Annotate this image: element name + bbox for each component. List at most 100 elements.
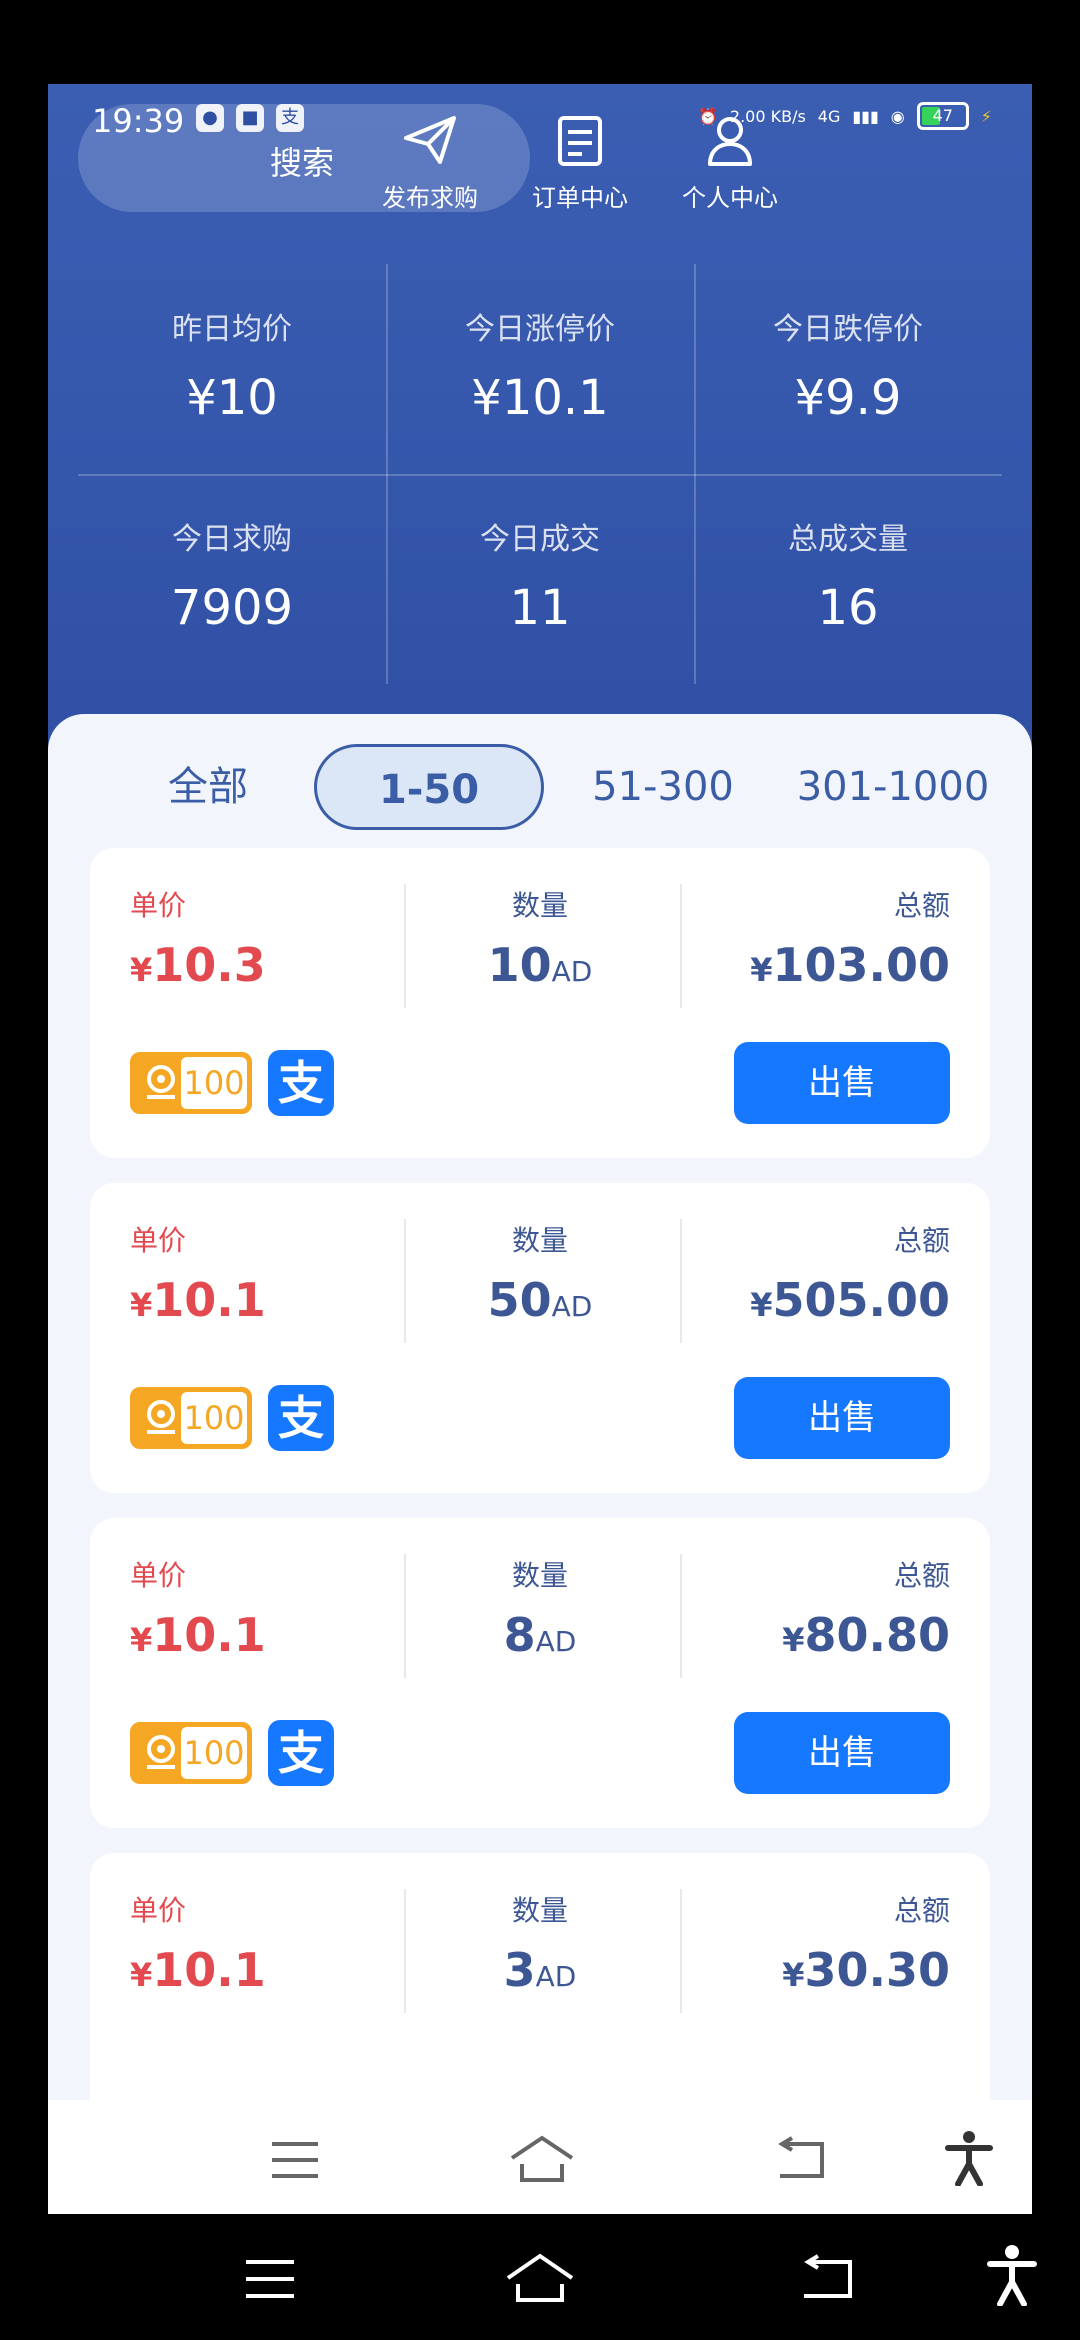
quantity-label: 数量 xyxy=(511,1559,568,1592)
stat-limit-down-price: 今日跌停价 ¥9.9 xyxy=(694,264,1002,474)
price-number: 10.3 xyxy=(152,938,266,992)
medal-icon xyxy=(147,1735,175,1769)
quantity-column: 数量 8AD xyxy=(420,1554,660,1674)
signal-icon: ▮▮▮ xyxy=(852,106,879,126)
currency-symbol: ¥ xyxy=(750,1286,773,1324)
quantity-number: 8 xyxy=(503,1608,536,1662)
stat-yesterday-avg-price: 昨日均价 ¥10 xyxy=(78,264,386,474)
stat-label: 今日成交 xyxy=(480,522,600,557)
personal-center-button[interactable]: 个人中心 xyxy=(660,112,800,213)
currency-symbol: ¥ xyxy=(750,951,773,989)
home-icon[interactable] xyxy=(508,2134,576,2184)
currency-symbol: ¥ xyxy=(782,1621,805,1659)
back-icon[interactable] xyxy=(772,2136,826,2182)
paper-plane-icon xyxy=(404,116,456,164)
network-type: 4G xyxy=(817,106,841,126)
total-number: 505.00 xyxy=(772,1273,950,1327)
wifi-icon: ◉ xyxy=(890,106,905,126)
price-number: 10.1 xyxy=(152,1608,266,1662)
order-center-button[interactable]: 订单中心 xyxy=(510,112,650,213)
header-panel: 搜索 19:39 ● ■ 支 ⏰ 2.00 KB/s 4G ▮▮▮ ◉ 47 ⚡ xyxy=(48,84,1032,784)
charging-icon: ⚡ xyxy=(980,106,992,126)
system-menu-icon[interactable] xyxy=(244,2258,296,2300)
system-accessibility-icon[interactable] xyxy=(986,2244,1038,2306)
alipay-icon: 支 xyxy=(268,1050,334,1116)
personal-center-label: 个人中心 xyxy=(682,184,778,212)
stat-limit-up-price: 今日涨停价 ¥10.1 xyxy=(386,264,694,474)
currency-symbol: ¥ xyxy=(782,1956,805,1994)
stat-label: 总成交量 xyxy=(788,522,908,557)
rank-value: 100 xyxy=(181,1057,247,1109)
alipay-icon: 支 xyxy=(268,1385,334,1451)
sell-button[interactable]: 出售 xyxy=(734,1377,950,1459)
quantity-column: 数量 10AD xyxy=(420,884,660,1004)
price-label: 单价 xyxy=(130,1224,187,1257)
stat-value: 11 xyxy=(509,580,571,636)
quantity-label: 数量 xyxy=(511,889,568,922)
price-value: ¥10.1 xyxy=(130,1608,370,1662)
price-label: 单价 xyxy=(130,1559,187,1592)
app-navigation-bar xyxy=(48,2100,1032,2214)
total-value: ¥505.00 xyxy=(670,1273,950,1327)
quantity-unit: AD xyxy=(551,1290,593,1323)
medal-icon xyxy=(147,1400,175,1434)
stat-label: 昨日均价 xyxy=(172,312,292,347)
sell-button[interactable]: 出售 xyxy=(734,1042,950,1124)
total-label: 总额 xyxy=(893,1224,950,1257)
market-stats: 昨日均价 ¥10 今日涨停价 ¥10.1 今日跌停价 ¥9.9 今日求购 790… xyxy=(78,264,1002,764)
price-column: 单价 ¥10.3 xyxy=(130,884,370,1004)
battery-level: 47 xyxy=(932,106,953,125)
status-time: 19:39 xyxy=(92,102,185,140)
medal-icon xyxy=(147,1065,175,1099)
system-back-icon[interactable] xyxy=(796,2254,854,2302)
price-value: ¥10.3 xyxy=(130,938,370,992)
quantity-label: 数量 xyxy=(511,1224,568,1257)
price-number: 10.1 xyxy=(152,1273,266,1327)
quantity-unit: AD xyxy=(535,1625,577,1658)
price-label: 单价 xyxy=(130,1894,187,1927)
stat-value: 7909 xyxy=(170,580,294,636)
stat-label: 今日涨停价 xyxy=(465,312,615,347)
stat-today-requests: 今日求购 7909 xyxy=(78,474,386,684)
quantity-label: 数量 xyxy=(511,1894,568,1927)
sell-button[interactable]: 出售 xyxy=(734,1712,950,1794)
system-home-icon[interactable] xyxy=(504,2252,576,2304)
tab-301-1000[interactable]: 301-1000 xyxy=(778,744,1008,830)
quantity-number: 3 xyxy=(503,1943,536,1997)
total-value: ¥30.30 xyxy=(670,1943,950,1997)
accessibility-icon[interactable] xyxy=(944,2130,994,2186)
price-label: 单价 xyxy=(130,889,187,922)
price-column: 单价 ¥10.1 xyxy=(130,1889,370,2009)
total-column: 总额 ¥505.00 xyxy=(670,1219,950,1339)
tab-all[interactable]: 全部 xyxy=(128,744,288,830)
order-card: 单价 ¥10.3 数量 10AD 总额 ¥103.00 100 支 出售 xyxy=(90,848,990,1158)
total-column: 总额 ¥30.30 xyxy=(670,1889,950,2009)
total-value: ¥103.00 xyxy=(670,938,950,992)
stat-today-deals: 今日成交 11 xyxy=(386,474,694,684)
tab-51-300[interactable]: 51-300 xyxy=(568,744,758,830)
alipay-notification-icon: 支 xyxy=(276,104,304,132)
total-number: 80.80 xyxy=(804,1608,950,1662)
stat-value: ¥9.9 xyxy=(794,370,902,426)
range-tabs: 全部 1-50 51-300 301-1000 xyxy=(48,744,1032,834)
notification-icons: ● ■ 支 xyxy=(196,104,304,132)
system-navigation-bar xyxy=(0,2214,1080,2340)
price-column: 单价 ¥10.1 xyxy=(130,1219,370,1339)
qq-notification-icon: ● xyxy=(196,104,224,132)
price-column: 单价 ¥10.1 xyxy=(130,1554,370,1674)
price-value: ¥10.1 xyxy=(130,1943,370,1997)
order-card: 单价 ¥10.1 数量 8AD 总额 ¥80.80 100 支 出售 xyxy=(90,1518,990,1828)
publish-request-button[interactable]: 发布求购 xyxy=(360,112,500,213)
stat-value: ¥10.1 xyxy=(471,370,609,426)
total-column: 总额 ¥80.80 xyxy=(670,1554,950,1674)
quantity-value: 50AD xyxy=(420,1273,660,1327)
currency-symbol: ¥ xyxy=(130,1286,153,1324)
menu-icon[interactable] xyxy=(270,2140,320,2180)
stat-label: 今日求购 xyxy=(172,522,292,557)
total-label: 总额 xyxy=(893,889,950,922)
quantity-column: 数量 50AD xyxy=(420,1219,660,1339)
tab-1-50[interactable]: 1-50 xyxy=(314,744,544,830)
seller-rank-badge: 100 xyxy=(130,1052,252,1114)
person-icon xyxy=(708,117,752,166)
rank-value: 100 xyxy=(181,1392,247,1444)
